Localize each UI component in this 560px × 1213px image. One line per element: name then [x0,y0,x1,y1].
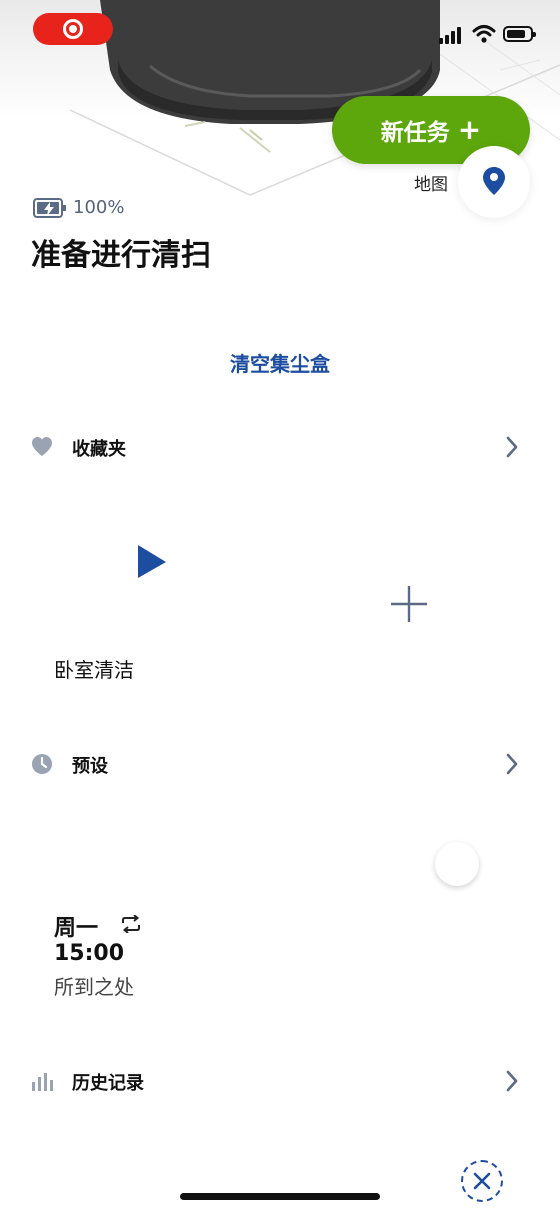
schedule-header[interactable]: 预设 [0,744,560,784]
robot-status-title: 准备进行清扫 [31,238,211,273]
history-header[interactable]: 历史记录 [0,1061,560,1101]
cellular-signal-icon [439,26,465,44]
favorite-item-name[interactable]: 卧室清洁 [54,654,134,683]
chevron-right-icon [506,753,518,775]
schedule-toggle[interactable] [435,842,479,886]
add-favorite-icon[interactable] [390,585,428,623]
schedule-time: 15:00 [54,941,125,966]
bar-chart-icon [32,1073,53,1091]
favorites-header[interactable]: 收藏夹 [0,427,560,467]
new-task-label: 新任务 [380,120,450,146]
chevron-right-icon [506,1070,518,1092]
home-indicator[interactable] [180,1193,380,1200]
repeat-icon [122,915,140,933]
play-icon[interactable] [138,545,168,579]
battery-charging-icon [33,197,66,218]
close-button[interactable] [461,1160,503,1202]
schedule-title: 预设 [72,756,108,777]
status-bar [0,0,560,62]
empty-bin-button[interactable]: 清空集尘盒 [0,348,560,377]
wifi-icon [472,25,496,43]
battery-icon [503,26,536,42]
chevron-right-icon [506,436,518,458]
battery-percent: 100% [73,197,125,218]
history-title: 历史记录 [72,1073,144,1094]
clock-icon [32,754,52,774]
screen-recording-indicator[interactable] [33,13,113,45]
robot-battery-status: 100% [33,197,124,218]
schedule-area: 所到之处 [54,975,134,999]
favorites-title: 收藏夹 [72,439,126,460]
plus-icon: + [457,113,482,146]
map-label: 地图 [414,175,448,195]
location-pin-icon [483,167,505,195]
schedule-day: 周一 [54,916,99,941]
close-icon [473,1172,491,1190]
heart-icon [32,437,52,456]
map-button[interactable] [458,146,530,218]
